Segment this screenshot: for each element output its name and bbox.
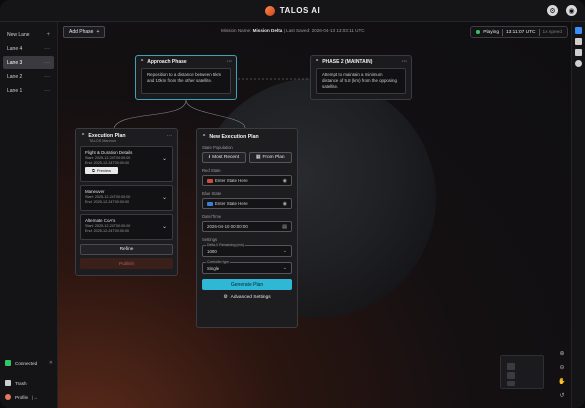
delta-v-value: 1000 (207, 248, 217, 254)
plan-card-alternate[interactable]: Alternate CoA's Start: 2025-12-24T00:00:… (80, 214, 173, 240)
chevron-down-icon[interactable]: ⌄ (162, 155, 167, 162)
chevron-up-icon[interactable]: ⌃ (140, 59, 144, 65)
card-end: End: 2025-12-24T00:00:00 (85, 228, 130, 233)
plan-icon: ▦ (255, 155, 261, 160)
red-state-label: Red State (202, 168, 221, 173)
gear-icon: ⚙ (223, 295, 228, 300)
delta-v-input[interactable]: Delta-V Remaining (m/s) 1000 ⌄ (202, 243, 292, 257)
minimap-node (507, 372, 515, 379)
most-recent-button[interactable]: ⭳ Most Recent (202, 152, 246, 163)
more-icon[interactable]: ··· (167, 133, 172, 139)
card-end: End: 2025-12-24T00:00:00 (85, 160, 130, 165)
more-icon[interactable]: ··· (227, 59, 232, 65)
refine-button[interactable]: Refine (80, 244, 173, 255)
delta-v-label: Delta-V Remaining (m/s) (206, 243, 246, 247)
download-icon: ⭳ (208, 154, 211, 160)
phase-description: Attempt to maintain a minimum distance o… (316, 68, 406, 94)
phase-title: PHASE 2 (MAINTAIN) (322, 58, 373, 65)
red-satellite-icon (207, 178, 213, 183)
controller-type-select[interactable]: Controller type Single ⌄ (202, 260, 292, 274)
red-state-placeholder: Enter State Here (215, 178, 248, 183)
advanced-settings-button[interactable]: ⚙ Advanced Settings (197, 295, 297, 300)
more-icon[interactable]: ··· (402, 59, 407, 65)
advanced-settings-label: Advanced Settings (230, 295, 271, 300)
eye-icon[interactable]: ◉ (283, 178, 287, 184)
connector-edge (113, 99, 187, 129)
phase-node-maintain[interactable]: ⌃ PHASE 2 (MAINTAIN) ··· Attempt to main… (310, 55, 412, 100)
blue-satellite-icon (207, 201, 213, 206)
datetime-input[interactable]: 2026-04-10 00:00:00 ▤ (202, 221, 292, 232)
blue-state-input[interactable]: Enter State Here ◉ (202, 198, 292, 209)
app-window: TALOS AI ⚙ ◉ New Lane + Lane 4 ··· Lane … (0, 0, 585, 408)
chevron-up-icon[interactable]: ⌃ (81, 133, 85, 139)
zoom-out-icon[interactable]: ⊖ (558, 363, 566, 371)
chevron-up-icon[interactable]: ⌃ (315, 59, 319, 65)
panel-title: New Execution Plan (209, 134, 259, 140)
minimap-node (507, 381, 515, 386)
datetime-value: 2026-04-10 00:00:00 (207, 224, 248, 229)
phase-title: Approach Phase (147, 58, 187, 65)
most-recent-label: Most Recent (212, 155, 240, 160)
preview-label: Preview (96, 168, 112, 174)
chevron-down-icon[interactable]: ⌄ (283, 248, 287, 254)
chevron-down-icon[interactable]: ⌄ (283, 265, 287, 271)
controller-label: Controller type (206, 260, 231, 264)
card-title: Flight & Duration Details (85, 150, 133, 155)
card-end: End: 2025-12-24T00:00:00 (85, 199, 130, 204)
blue-state-label: Blue State (202, 191, 222, 196)
plan-card-flight[interactable]: Flight & Duration Details Start: 2025-12… (80, 146, 173, 182)
execution-plan-panel: ⌃ Execution Plan ··· TALOS Mannon Flight… (75, 128, 178, 276)
zoom-in-icon[interactable]: ⊕ (558, 349, 566, 357)
minimap[interactable] (500, 355, 544, 389)
settings-label: Settings (202, 237, 218, 242)
datetime-label: Date/Time (202, 214, 222, 219)
plan-card-maneuver[interactable]: Maneuver Start: 2025-12-24T00:00:00 End:… (80, 185, 173, 211)
red-state-input[interactable]: Enter State Here ◉ (202, 175, 292, 186)
publish-button[interactable]: Publish (80, 258, 173, 269)
calendar-icon[interactable]: ▤ (282, 224, 287, 230)
state-population-label: State Population (202, 145, 233, 150)
from-plan-label: From Plan (262, 155, 285, 160)
chevron-up-icon[interactable]: ⌃ (202, 134, 206, 140)
connector-edge (185, 99, 246, 129)
chevron-down-icon[interactable]: ⌄ (162, 223, 167, 230)
phase-node-approach[interactable]: ⌃ Approach Phase ··· Reposition to a dis… (135, 55, 237, 100)
eye-icon[interactable]: ◉ (283, 201, 287, 207)
controller-value: Single (207, 265, 220, 271)
from-plan-button[interactable]: ▦ From Plan (248, 152, 292, 163)
card-title: Maneuver (85, 189, 105, 194)
pan-hand-icon[interactable]: ✋ (558, 377, 566, 385)
reset-view-icon[interactable]: ↺ (558, 391, 566, 399)
new-execution-plan-panel: ⌃ New Execution Plan State Population ⭳ … (196, 128, 298, 328)
generate-plan-button[interactable]: Generate Plan (202, 279, 292, 290)
minimap-node (507, 363, 515, 370)
preview-icon: ⧉ (91, 168, 95, 174)
card-title: Alternate CoA's (85, 218, 116, 223)
blue-state-placeholder: Enter State Here (215, 201, 248, 206)
chevron-down-icon[interactable]: ⌄ (162, 194, 167, 201)
panel-subtitle: TALOS Mannon (89, 139, 116, 143)
preview-button[interactable]: ⧉ Preview (85, 167, 118, 175)
phase-description: Reposition to a distance between 5km and… (141, 68, 231, 94)
